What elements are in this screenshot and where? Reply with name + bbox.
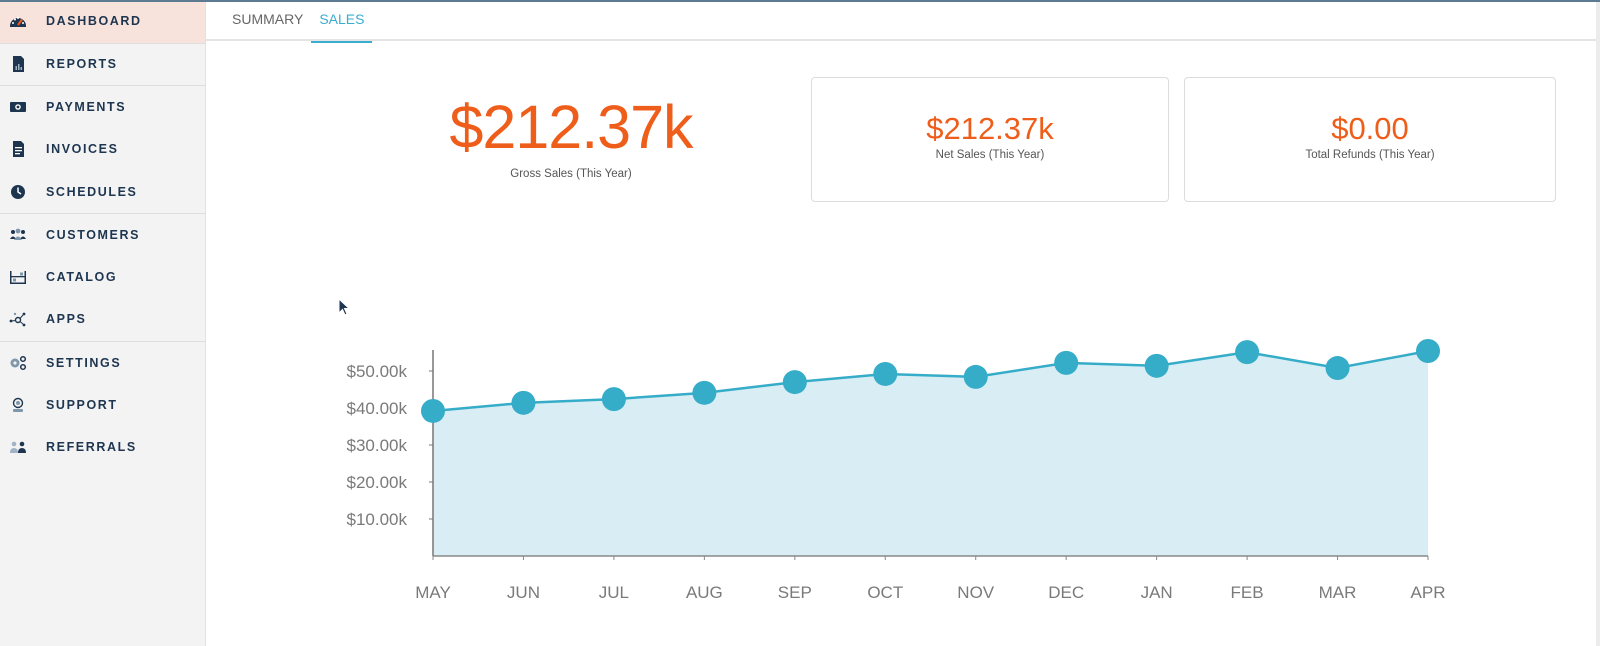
data-point <box>601 387 626 412</box>
data-point <box>1325 356 1350 381</box>
data-point <box>963 364 988 389</box>
x-tick-label: MAR <box>1319 583 1357 602</box>
x-tick-label: OCT <box>867 583 903 602</box>
data-point <box>1054 350 1079 375</box>
scrollbar-track[interactable] <box>1596 0 1600 646</box>
x-tick-label: FEB <box>1231 583 1264 602</box>
y-tick-label: $10.00k <box>347 510 408 529</box>
y-tick-label: $30.00k <box>347 436 408 455</box>
x-tick-label: APR <box>1411 583 1446 602</box>
mouse-cursor <box>338 297 352 318</box>
y-tick-label: $20.00k <box>347 473 408 492</box>
y-tick-label: $50.00k <box>347 362 408 381</box>
data-point <box>1144 353 1169 378</box>
y-tick-label: $40.00k <box>347 399 408 418</box>
data-point <box>511 390 536 415</box>
data-point <box>873 361 898 386</box>
x-tick-label: JAN <box>1141 583 1173 602</box>
x-tick-label: NOV <box>957 583 995 602</box>
x-tick-label: SEP <box>778 583 812 602</box>
data-point <box>782 370 807 395</box>
x-tick-label: DEC <box>1048 583 1084 602</box>
x-tick-label: JUL <box>599 583 629 602</box>
data-point <box>421 398 445 423</box>
data-point <box>1235 340 1260 365</box>
window-top-border <box>0 0 1600 2</box>
x-tick-label: MAY <box>415 583 451 602</box>
data-point <box>1416 339 1440 364</box>
sales-area <box>433 351 1428 556</box>
x-tick-label: JUN <box>507 583 540 602</box>
sales-chart: $10.00k $20.00k $30.00k $40.00k $50.00k MAY JU… <box>347 339 1446 602</box>
data-point <box>692 380 717 405</box>
x-tick-label: AUG <box>686 583 723 602</box>
